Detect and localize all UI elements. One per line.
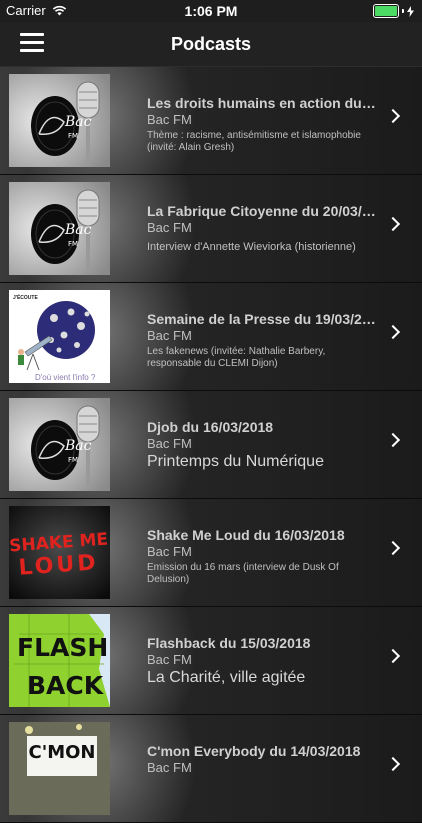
podcast-list: Bac FM Les droits humains en action du 2… <box>0 67 422 823</box>
podcast-thumbnail: Bac FM <box>9 74 110 167</box>
page-title: Podcasts <box>170 34 252 54</box>
podcast-station: Bac FM <box>147 436 192 451</box>
podcast-description: La Charité, ville agitée <box>147 669 306 686</box>
battery-level <box>375 6 397 16</box>
battery-icon <box>373 4 399 18</box>
podcast-thumbnail: FLASH BACK <box>9 614 110 707</box>
svg-text:FM: FM <box>68 132 78 140</box>
podcast-thumbnail: Bac FM <box>9 398 110 491</box>
podcast-station: Bac FM <box>147 112 192 127</box>
podcast-station: Bac FM <box>147 652 192 667</box>
chevron-right-icon <box>385 648 401 664</box>
status-time: 1:06 PM <box>184 3 238 19</box>
svg-text:BACK: BACK <box>27 671 105 700</box>
status-right <box>373 4 414 18</box>
podcast-row[interactable]: SHAKE ME LOUD Shake Me Loud du 16/03/201… <box>0 499 422 607</box>
podcast-thumbnail: J'ÉCOUTE D'où vient l'info ? <box>9 290 110 383</box>
podcast-row[interactable]: FLASH BACK Flashback du 15/03/2018 Bac FM… <box>0 607 422 715</box>
svg-text:Bac: Bac <box>64 114 92 130</box>
chevron-right-icon <box>385 540 401 556</box>
svg-text:FLASH: FLASH <box>17 633 108 662</box>
podcast-row[interactable]: Bac FM Djob du 16/03/2018 Bac FM Printemps… <box>0 391 422 499</box>
podcast-title: Semaine de la Presse du 19/03/2018 <box>147 311 377 327</box>
podcast-row[interactable]: C'MON C'mon Everybody du 14/03/2018 Bac F… <box>0 715 422 823</box>
svg-text:J'ÉCOUTE: J'ÉCOUTE <box>13 293 38 301</box>
nav-bar: Podcasts <box>0 22 422 67</box>
svg-text:Bac: Bac <box>64 222 92 238</box>
podcast-thumbnail: Bac FM <box>9 182 110 275</box>
podcast-title: Shake Me Loud du 16/03/2018 <box>147 527 345 543</box>
podcast-title: Les droits humains en action du 21/... <box>147 95 377 111</box>
svg-text:D'où vient l'info ?: D'où vient l'info ? <box>35 373 96 382</box>
podcast-title: Flashback du 15/03/2018 <box>147 635 311 651</box>
svg-text:FM: FM <box>68 240 78 248</box>
svg-text:Bac: Bac <box>64 438 92 454</box>
chevron-right-icon <box>385 216 401 232</box>
chevron-right-icon <box>385 756 401 772</box>
chevron-right-icon <box>385 108 401 124</box>
charging-bolt-icon <box>407 5 414 17</box>
podcast-description: Interview d'Annette Wieviorka (historien… <box>147 241 356 253</box>
podcast-thumbnail: SHAKE ME LOUD <box>9 506 110 599</box>
podcast-title: Djob du 16/03/2018 <box>147 419 274 435</box>
podcast-title: La Fabrique Citoyenne du 20/03/2018 <box>147 203 377 219</box>
podcast-station: Bac FM <box>147 328 192 343</box>
podcast-title: C'mon Everybody du 14/03/2018 <box>147 743 361 759</box>
podcast-row[interactable]: Bac FM La Fabrique Citoyenne du 20/03/20… <box>0 175 422 283</box>
podcast-description: Emission du 16 mars (interview de Dusk O… <box>147 562 339 585</box>
podcast-thumbnail: C'MON <box>9 722 110 815</box>
podcast-station: Bac FM <box>147 544 192 559</box>
podcast-station: Bac FM <box>147 760 192 775</box>
podcast-station: Bac FM <box>147 220 192 235</box>
podcast-description: Thème : racisme, antisémitisme et islamo… <box>147 130 361 153</box>
podcast-description: Printemps du Numérique <box>147 453 324 470</box>
chevron-right-icon <box>385 324 401 340</box>
podcast-description: Les fakenews (invitée: Nathalie Barbery,… <box>147 346 326 369</box>
chevron-right-icon <box>385 432 401 448</box>
battery-tip <box>402 9 404 13</box>
status-bar: Carrier 1:06 PM <box>0 0 422 22</box>
svg-text:C'MON: C'MON <box>29 742 96 763</box>
podcast-row[interactable]: J'ÉCOUTE D'où vient l'info ? Semaine de … <box>0 283 422 391</box>
podcast-row[interactable]: Bac FM Les droits humains en action du 2… <box>0 67 422 175</box>
svg-text:FM: FM <box>68 456 78 464</box>
